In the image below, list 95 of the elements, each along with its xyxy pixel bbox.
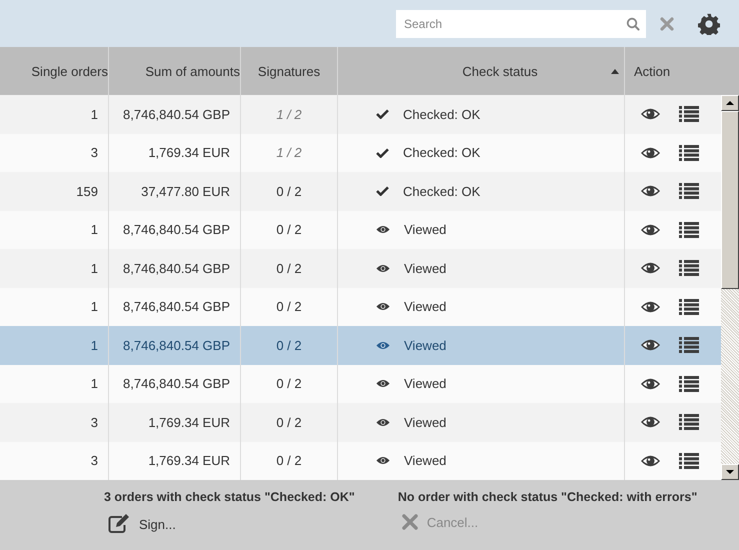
- table-cell: Viewed: [404, 453, 446, 468]
- list-icon[interactable]: [679, 260, 699, 276]
- table-cell: Checked: OK: [403, 145, 480, 160]
- eye-icon: [376, 225, 390, 234]
- status-summary: No order with check status "Checked: with errors": [398, 490, 698, 504]
- eye-icon[interactable]: [640, 107, 661, 122]
- search-icon: [626, 16, 640, 30]
- eye-icon[interactable]: [640, 415, 661, 430]
- table-cell: 37,477.80 EUR: [141, 184, 230, 199]
- eye-icon: [376, 264, 390, 273]
- table-cell: 1: [90, 222, 98, 238]
- table-row[interactable]: 1 8,746,840.54 GBP 0 / 2 Viewed: [0, 364, 721, 403]
- checkmark-icon: [376, 186, 389, 196]
- action-button[interactable]: Sign...: [104, 514, 176, 534]
- list-icon[interactable]: [679, 376, 699, 392]
- table-row[interactable]: 1 8,746,840.54 GBP 0 / 2 Viewed: [0, 249, 721, 288]
- table-row[interactable]: 159 37,477.80 EUR 0 / 2 Checked: OK: [0, 172, 721, 210]
- scroll-up-button[interactable]: [721, 95, 739, 111]
- table-cell: Checked: OK: [403, 184, 480, 199]
- table-row[interactable]: 1 8,746,840.54 GBP 0 / 2 Viewed: [0, 210, 721, 249]
- scroll-down-button[interactable]: [721, 464, 739, 480]
- table-cell: Viewed: [404, 376, 446, 392]
- table-cell: 0 / 2: [276, 453, 302, 468]
- table-cell: 159: [76, 184, 98, 199]
- table-cell: 8,746,840.54 GBP: [123, 376, 230, 392]
- table-cell: 3: [90, 414, 98, 430]
- eye-icon: [376, 379, 390, 388]
- table-cell: Checked: OK: [403, 106, 480, 122]
- eye-icon: [376, 418, 390, 427]
- table-cell: 0 / 2: [276, 338, 302, 353]
- table-cell: 0 / 2: [276, 260, 302, 276]
- table-cell: 0 / 2: [276, 184, 302, 199]
- eye-icon[interactable]: [640, 376, 661, 391]
- status-summary: 3 orders with check status "Checked: OK": [104, 490, 355, 504]
- table-cell: 1 / 2: [276, 106, 302, 122]
- table-cell: 1 / 2: [276, 145, 302, 160]
- list-icon[interactable]: [679, 298, 699, 315]
- table-cell: 1: [90, 376, 98, 392]
- table-row[interactable]: 1 8,746,840.54 GBP 0 / 2 Viewed: [0, 326, 721, 364]
- eye-icon: [376, 302, 390, 312]
- checkmark-icon: [376, 148, 389, 158]
- table-cell: Viewed: [404, 338, 446, 353]
- table-row[interactable]: 1 8,746,840.54 GBP 1 / 2 Checked: OK: [0, 95, 721, 134]
- search-field[interactable]: Search: [396, 10, 646, 38]
- column-header[interactable]: Action: [625, 47, 739, 95]
- table-cell: 1: [90, 299, 98, 314]
- table-cell: 0 / 2: [276, 414, 302, 430]
- list-icon[interactable]: [679, 414, 699, 430]
- eye-icon[interactable]: [640, 222, 661, 237]
- table-cell: 8,746,840.54 GBP: [123, 260, 230, 276]
- table-cell: Viewed: [404, 299, 446, 314]
- scrollbar[interactable]: [721, 95, 739, 480]
- table-cell: 1,769.34 EUR: [148, 414, 230, 430]
- table-cell: 3: [90, 145, 98, 160]
- table-cell: 1,769.34 EUR: [148, 453, 230, 468]
- table-cell: 8,746,840.54 GBP: [123, 222, 230, 238]
- checkmark-icon: [376, 109, 389, 120]
- list-icon[interactable]: [679, 222, 699, 238]
- eye-icon[interactable]: [640, 338, 661, 352]
- list-icon[interactable]: [679, 106, 699, 122]
- list-icon[interactable]: [679, 337, 699, 354]
- table-cell: 1: [90, 106, 98, 122]
- table-cell: 0 / 2: [276, 299, 302, 314]
- eye-icon: [376, 456, 390, 466]
- table-cell: 0 / 2: [276, 222, 302, 238]
- table-cell: 0 / 2: [276, 376, 302, 392]
- down-arrow-icon: [726, 470, 734, 474]
- edit-icon: [108, 514, 130, 534]
- list-icon[interactable]: [679, 183, 699, 200]
- eye-icon[interactable]: [640, 454, 661, 468]
- list-icon[interactable]: [679, 144, 699, 161]
- scroll-thumb[interactable]: [721, 111, 739, 289]
- table-row[interactable]: 3 1,769.34 EUR 1 / 2 Checked: OK: [0, 134, 721, 172]
- table-cell: Viewed: [404, 260, 446, 276]
- table-cell: 1: [90, 338, 98, 353]
- table-row[interactable]: 1 8,746,840.54 GBP 0 / 2 Viewed: [0, 288, 721, 326]
- table-cell: Viewed: [404, 414, 446, 430]
- table-cell: 8,746,840.54 GBP: [123, 106, 230, 122]
- cancel-icon: [402, 514, 418, 530]
- eye-icon[interactable]: [640, 146, 661, 160]
- table-cell: 8,746,840.54 GBP: [123, 338, 230, 353]
- table-cell: 1: [90, 260, 98, 276]
- table-cell: 1,769.34 EUR: [148, 145, 230, 160]
- eye-icon[interactable]: [640, 184, 661, 198]
- eye-icon[interactable]: [640, 300, 661, 314]
- eye-icon: [376, 340, 390, 350]
- table-cell: 8,746,840.54 GBP: [123, 299, 230, 314]
- list-icon[interactable]: [679, 452, 699, 469]
- table-row[interactable]: 3 1,769.34 EUR 0 / 2 Viewed: [0, 403, 721, 442]
- table-cell: Viewed: [404, 222, 446, 238]
- table-row[interactable]: 3 1,769.34 EUR 0 / 2 Viewed: [0, 442, 721, 480]
- table-cell: 3: [90, 453, 98, 468]
- eye-icon[interactable]: [640, 261, 661, 276]
- settings-icon[interactable]: [698, 12, 720, 34]
- up-arrow-icon: [726, 101, 734, 105]
